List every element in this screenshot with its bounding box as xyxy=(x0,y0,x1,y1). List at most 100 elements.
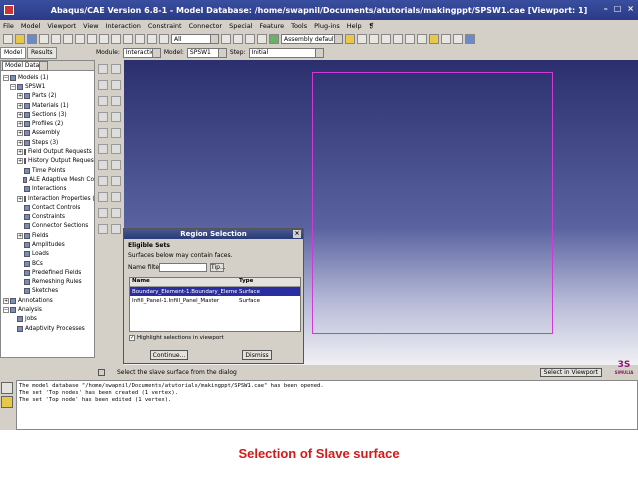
expand-toggle-icon[interactable]: − xyxy=(3,74,9,81)
menu-viewport[interactable]: Viewport xyxy=(47,22,76,30)
tree-item[interactable]: Sketches xyxy=(1,287,94,296)
menu-view[interactable]: View xyxy=(83,22,98,30)
front-view-icon[interactable] xyxy=(135,34,145,44)
display-group-icon[interactable] xyxy=(417,34,427,44)
menu-interaction[interactable]: Interaction xyxy=(106,22,141,30)
toolbox-tool-icon[interactable] xyxy=(111,128,121,138)
expand-toggle-icon[interactable]: − xyxy=(10,83,16,90)
expand-toggle-icon[interactable]: + xyxy=(17,111,23,118)
tree-item[interactable]: Loads xyxy=(1,250,94,259)
expand-toggle-icon[interactable]: + xyxy=(17,102,23,109)
tree-item[interactable]: + Annotations xyxy=(1,296,94,305)
options-icon[interactable] xyxy=(453,34,463,44)
assembly-defaults-select[interactable]: Assembly defaults xyxy=(281,34,343,44)
expand-toggle-icon[interactable]: + xyxy=(17,232,23,239)
new-icon[interactable] xyxy=(3,34,13,44)
expand-toggle-icon[interactable]: + xyxy=(17,139,23,146)
toolbox-tool-icon[interactable] xyxy=(98,96,108,106)
toolbox-tool-icon[interactable] xyxy=(111,112,121,122)
menu-plugins[interactable]: Plug-ins xyxy=(314,22,340,30)
close-icon[interactable]: × xyxy=(627,4,634,13)
toolbox-tool-icon[interactable] xyxy=(98,112,108,122)
box-zoom-icon[interactable] xyxy=(87,34,97,44)
tree-item[interactable]: + Parts (2) xyxy=(1,92,94,101)
menu-special[interactable]: Special xyxy=(229,22,252,30)
expand-toggle-icon[interactable]: − xyxy=(3,307,9,314)
tree-item[interactable]: + Assembly xyxy=(1,129,94,138)
color-code-icon[interactable] xyxy=(345,34,355,44)
tree-item[interactable]: Jobs xyxy=(1,315,94,324)
tree-item[interactable]: + Fields xyxy=(1,231,94,240)
hide-icon[interactable] xyxy=(381,34,391,44)
module-select[interactable]: Interaction xyxy=(122,47,161,58)
tree-item[interactable]: + Field Output Requests ( xyxy=(1,147,94,156)
expand-toggle-icon[interactable]: + xyxy=(17,158,23,165)
auto-fit-icon[interactable] xyxy=(99,34,109,44)
tree-item[interactable]: + Sections (3) xyxy=(1,110,94,119)
tree-item[interactable]: Contact Controls xyxy=(1,203,94,212)
tree-item[interactable]: + Materials (1) xyxy=(1,101,94,110)
select-in-viewport-button[interactable]: Select in Viewport xyxy=(539,368,602,377)
toolbox-tool-icon[interactable] xyxy=(98,160,108,170)
menu-file[interactable]: File xyxy=(3,22,14,30)
replace-icon[interactable] xyxy=(357,34,367,44)
show-icon[interactable] xyxy=(369,34,379,44)
tree-item[interactable]: Predefined Fields xyxy=(1,268,94,277)
expand-toggle-icon[interactable]: + xyxy=(3,297,9,304)
toolbox-tool-icon[interactable] xyxy=(98,192,108,202)
toolbox-tool-icon[interactable] xyxy=(98,176,108,186)
toolbox-tool-icon[interactable] xyxy=(111,80,121,90)
expand-toggle-icon[interactable]: + xyxy=(17,93,23,100)
model-database-select[interactable]: Model Datab xyxy=(2,61,48,71)
pan-icon[interactable] xyxy=(51,34,61,44)
tree-item[interactable]: BCs xyxy=(1,259,94,268)
add-icon[interactable] xyxy=(393,34,403,44)
expand-toggle-icon[interactable]: + xyxy=(17,130,23,137)
save-icon[interactable] xyxy=(27,34,37,44)
tree-item[interactable]: − Analysis xyxy=(1,305,94,314)
cycle-views-icon[interactable] xyxy=(111,34,121,44)
menu-connector[interactable]: Connector xyxy=(189,22,223,30)
tree-item[interactable]: + History Output Requests xyxy=(1,157,94,166)
open-icon[interactable] xyxy=(15,34,25,44)
tree-item[interactable]: Adaptivity Processes xyxy=(1,324,94,333)
tab-results[interactable]: Results xyxy=(27,47,57,59)
message-area-icon[interactable] xyxy=(1,382,13,394)
hidden-icon[interactable] xyxy=(245,34,255,44)
render-icon[interactable] xyxy=(221,34,231,44)
dialog-close-icon[interactable]: × xyxy=(293,230,301,238)
toolbox-tool-icon[interactable] xyxy=(111,160,121,170)
expand-toggle-icon[interactable]: + xyxy=(17,195,23,202)
toolbox-tool-icon[interactable] xyxy=(111,64,121,74)
continue-button[interactable]: Continue... xyxy=(150,350,188,360)
query-icon[interactable] xyxy=(441,34,451,44)
python-shell-icon[interactable] xyxy=(1,396,13,408)
menu-feature[interactable]: Feature xyxy=(260,22,285,30)
menu-help[interactable]: Help xyxy=(347,22,362,30)
highlight-checkbox[interactable]: ✓ Highlight selections in viewport xyxy=(129,335,224,341)
minimize-icon[interactable]: – xyxy=(604,4,608,13)
print-icon[interactable] xyxy=(39,34,49,44)
toolbox-tool-icon[interactable] xyxy=(111,192,121,202)
tree-item[interactable]: Connector Sections xyxy=(1,222,94,231)
selection-filter[interactable]: All xyxy=(171,34,219,44)
tree-item[interactable]: Constraints xyxy=(1,212,94,221)
toolbox-tool-icon[interactable] xyxy=(98,128,108,138)
tree-item[interactable]: + Steps (3) xyxy=(1,138,94,147)
iso-view-icon[interactable] xyxy=(123,34,133,44)
tree-item[interactable]: Time Points xyxy=(1,166,94,175)
menu-model[interactable]: Model xyxy=(21,22,41,30)
wireframe-icon[interactable] xyxy=(233,34,243,44)
toolbox-tool-icon[interactable] xyxy=(98,144,108,154)
perspective-icon[interactable] xyxy=(269,34,279,44)
select-icon[interactable] xyxy=(159,34,169,44)
tree-item[interactable]: Remeshing Rules xyxy=(1,278,94,287)
tree-item[interactable]: + Interaction Properties (1 xyxy=(1,194,94,203)
dismiss-button[interactable]: Dismiss xyxy=(242,350,272,360)
tab-model[interactable]: Model xyxy=(0,47,27,59)
step-select[interactable]: Initial xyxy=(248,47,324,58)
shaded-icon[interactable] xyxy=(257,34,267,44)
menu-tools[interactable]: Tools xyxy=(291,22,307,30)
tree-item[interactable]: − Models (1) xyxy=(1,73,94,82)
rotate-icon[interactable] xyxy=(63,34,73,44)
